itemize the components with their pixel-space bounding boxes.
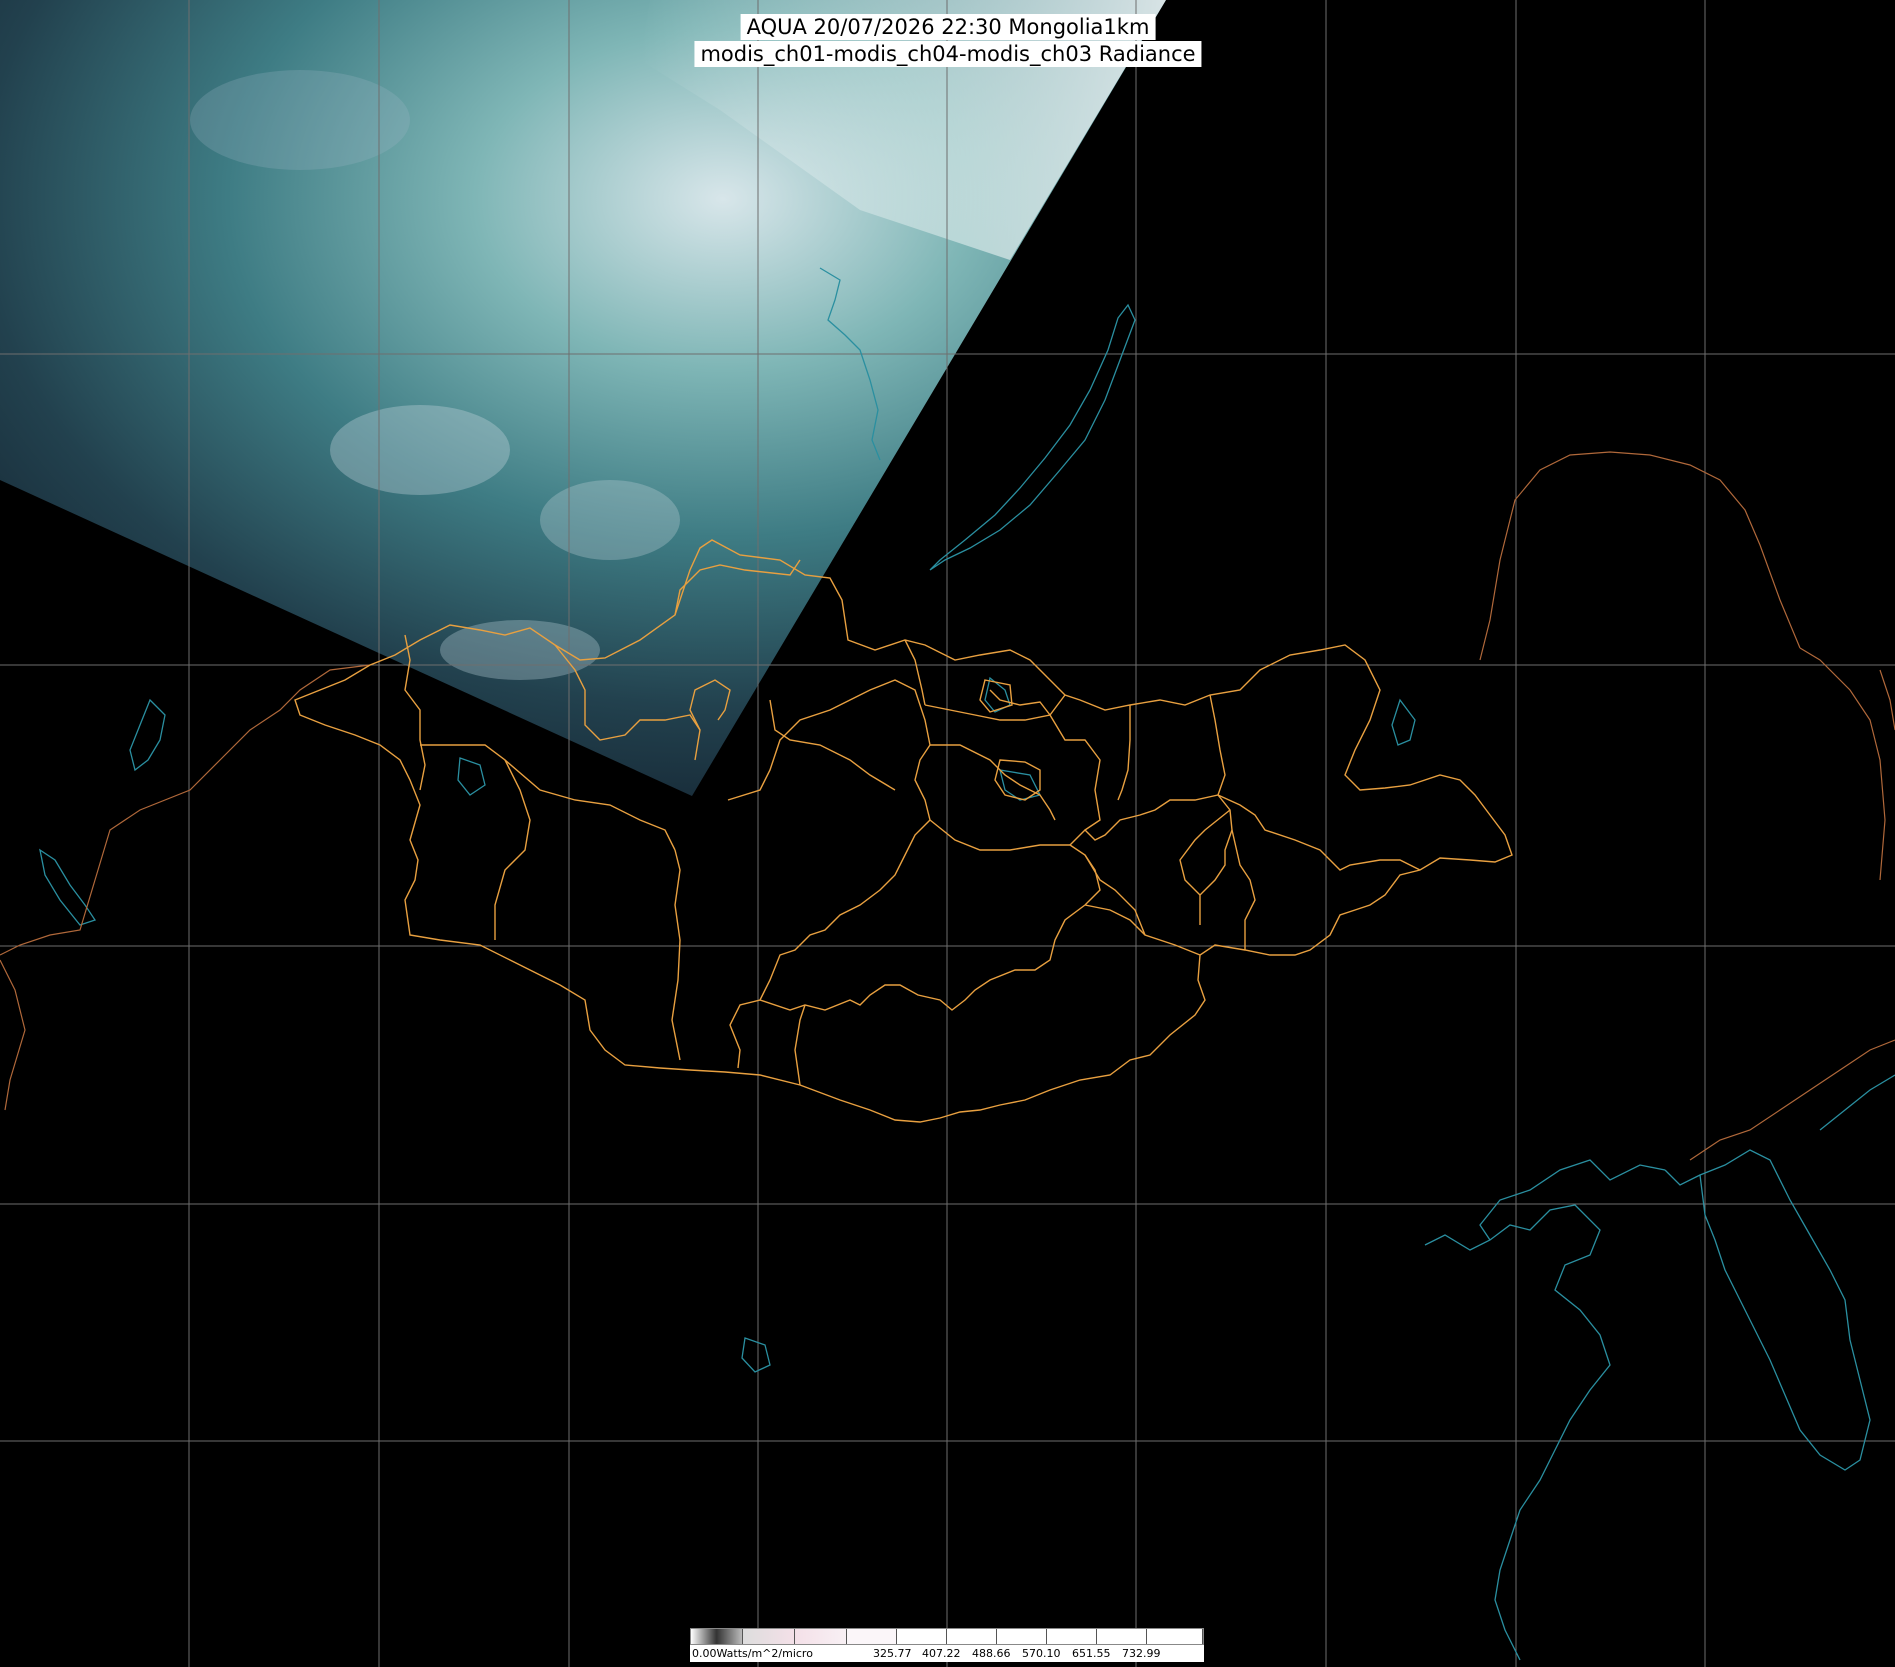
- border-china-east: [1879, 669, 1895, 731]
- border-china-korea: [1689, 1039, 1895, 1161]
- lake-outline: [39, 848, 97, 926]
- colorbar-segment: [691, 1629, 743, 1644]
- province-border: [904, 639, 926, 706]
- lake-outline: [1391, 698, 1416, 746]
- province-border: [769, 699, 896, 791]
- province-border: [930, 744, 1056, 821]
- lake-outline: [129, 698, 166, 772]
- colorbar-unit-label: 0.00Watts/m^2/micro: [692, 1647, 813, 1660]
- province-border: [1209, 694, 1226, 796]
- colorbar-segment: [1047, 1629, 1097, 1644]
- coastline-bohai: [1479, 1159, 1666, 1241]
- colorbar-tick-label: 488.66: [972, 1647, 1011, 1660]
- lake-baikal: [929, 303, 1136, 571]
- colorbar-segment: [847, 1629, 897, 1644]
- radiance-colorbar: 0.00Watts/m^2/micro 325.77 407.22 488.66…: [690, 1628, 1204, 1664]
- colorbar-tick-label: 407.22: [922, 1647, 961, 1660]
- lake-outline: [457, 757, 486, 796]
- map-canvas[interactable]: [0, 0, 1895, 1667]
- coastline-east: [1819, 1074, 1895, 1131]
- colorbar-tick-label: 325.77: [873, 1647, 912, 1660]
- cloud-patch: [190, 70, 410, 170]
- province-border: [759, 904, 1086, 1011]
- coastline-west-korea: [1664, 1169, 1701, 1186]
- border-west: [0, 664, 371, 956]
- colorbar-segment: [1097, 1629, 1147, 1644]
- province-border: [1117, 705, 1131, 801]
- province-border: [420, 744, 531, 940]
- colorbar-tick-label: 732.99: [1122, 1647, 1161, 1660]
- province-border: [1217, 794, 1421, 871]
- border-russia-china-east: [1479, 451, 1801, 661]
- coastline-korea: [1699, 1149, 1871, 1471]
- province-border: [794, 1004, 806, 1086]
- colorbar-labels: 0.00Watts/m^2/micro 325.77 407.22 488.66…: [690, 1645, 1204, 1662]
- border-west-lower: [0, 959, 26, 1111]
- cloud-patch: [540, 480, 680, 560]
- province-border: [1231, 829, 1256, 950]
- province-border: [1179, 809, 1231, 896]
- cloud-patch: [330, 405, 510, 495]
- border-china-north: [1799, 647, 1886, 881]
- satellite-map-viewer: AQUA 20/07/2026 22:30 Mongolia1km modis_…: [0, 0, 1895, 1667]
- lake-outline: [741, 1337, 771, 1373]
- colorbar-segment: [1147, 1629, 1203, 1644]
- aimag-enclave: [994, 759, 1041, 801]
- map-subtitle: modis_ch01-modis_ch04-modis_ch03 Radianc…: [694, 41, 1202, 67]
- satellite-swath-layer: [0, 0, 1166, 796]
- colorbar-segment: [743, 1629, 795, 1644]
- colorbar-segment: [997, 1629, 1047, 1644]
- colorbar-segment: [947, 1629, 997, 1644]
- colorbar-segment: [897, 1629, 947, 1644]
- coastline-china: [1424, 1204, 1611, 1661]
- map-title: AQUA 20/07/2026 22:30 Mongolia1km: [740, 14, 1156, 40]
- province-border: [671, 849, 681, 1061]
- colorbar-ramp: [690, 1628, 1204, 1645]
- colorbar-tick-label: 651.55: [1072, 1647, 1111, 1660]
- province-border: [929, 819, 1101, 906]
- province-border: [1069, 794, 1233, 925]
- province-border: [1049, 714, 1101, 831]
- colorbar-segment: [795, 1629, 847, 1644]
- province-border: [989, 689, 1051, 716]
- colorbar-tick-label: 570.10: [1022, 1647, 1061, 1660]
